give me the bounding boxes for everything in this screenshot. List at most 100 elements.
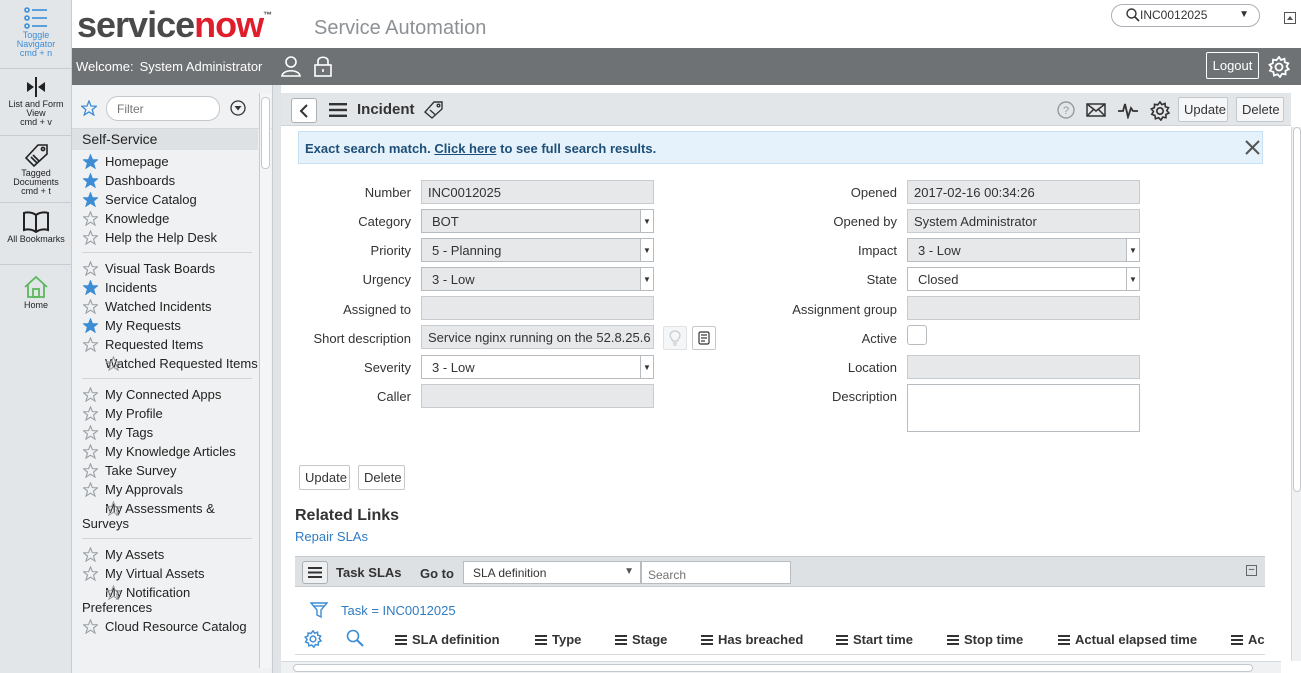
servicenow-logo[interactable]: servicenow™: [77, 4, 272, 46]
column-header[interactable]: Stop time: [947, 632, 1023, 647]
full-search-link[interactable]: Click here: [434, 141, 496, 156]
assigned-to-field[interactable]: [421, 296, 654, 320]
nav-item[interactable]: Visual Task Boards: [72, 259, 258, 278]
scrollbar-thumb[interactable]: [293, 664, 1253, 672]
nav-item[interactable]: My Connected Apps: [72, 385, 258, 404]
star-outline-icon[interactable]: [81, 424, 100, 443]
search-icon[interactable]: [346, 629, 364, 647]
star-outline-icon[interactable]: [81, 462, 100, 481]
nav-item[interactable]: Cloud Resource Catalog: [72, 617, 258, 636]
restore-window-icon[interactable]: [1284, 12, 1296, 24]
star-filled-icon[interactable]: [81, 153, 100, 172]
user-icon[interactable]: [280, 55, 302, 77]
nav-item[interactable]: Homepage: [72, 152, 258, 171]
star-outline-icon[interactable]: [81, 443, 100, 462]
nav-item[interactable]: My Assessments & Surveys: [72, 499, 258, 533]
repair-slas-link[interactable]: Repair SLAs: [295, 529, 368, 544]
star-outline-icon[interactable]: [81, 618, 100, 637]
toggle-navigator-button[interactable]: Toggle Navigator cmd + n: [0, 0, 72, 69]
filter-funnel-icon[interactable]: [310, 601, 328, 619]
column-header[interactable]: Has breached: [701, 632, 803, 647]
user-name[interactable]: System Administrator: [140, 59, 263, 74]
urgency-select[interactable]: 3 - Low ▼: [421, 267, 654, 291]
help-icon[interactable]: ?: [1057, 101, 1075, 119]
related-list-menu-button[interactable]: [302, 561, 328, 584]
gear-icon[interactable]: [1268, 56, 1290, 78]
back-button[interactable]: [291, 98, 317, 123]
nav-item[interactable]: Service Catalog: [72, 190, 258, 209]
impact-select[interactable]: 3 - Low ▼: [907, 238, 1140, 262]
nav-item[interactable]: My Assets: [72, 545, 258, 564]
star-filled-icon[interactable]: [81, 279, 100, 298]
star-outline-icon[interactable]: [81, 386, 100, 405]
number-field[interactable]: INC0012025: [421, 180, 654, 204]
navigator-filter-input[interactable]: [106, 96, 220, 121]
related-list-search-input[interactable]: [641, 561, 791, 584]
nav-item[interactable]: My Tags: [72, 423, 258, 442]
star-filled-icon[interactable]: [81, 317, 100, 336]
update-button[interactable]: Update: [299, 465, 350, 490]
header-update-button[interactable]: Update: [1178, 97, 1228, 122]
column-header[interactable]: Type: [535, 632, 581, 647]
state-select[interactable]: Closed ▼: [907, 267, 1140, 291]
templates-button[interactable]: [692, 326, 716, 350]
nav-item[interactable]: My Profile: [72, 404, 258, 423]
description-textarea[interactable]: [907, 384, 1140, 432]
nav-item[interactable]: Dashboards: [72, 171, 258, 190]
column-header[interactable]: Actual elapsed time: [1058, 632, 1197, 647]
nav-item[interactable]: My Approvals: [72, 480, 258, 499]
gear-icon[interactable]: [304, 630, 322, 648]
gear-icon[interactable]: [1150, 101, 1170, 121]
column-menu-icon[interactable]: [1231, 635, 1243, 645]
nav-item[interactable]: Incidents: [72, 278, 258, 297]
favorites-star-icon[interactable]: [81, 100, 97, 116]
assignment-group-field[interactable]: [907, 296, 1140, 320]
star-outline-icon[interactable]: [81, 481, 100, 500]
column-menu-icon[interactable]: [1058, 635, 1070, 645]
scrollbar-thumb[interactable]: [1293, 127, 1301, 492]
chevron-down-circle-icon[interactable]: [230, 100, 246, 116]
nav-section-self-service[interactable]: Self-Service: [72, 129, 258, 150]
column-header[interactable]: Ac: [1231, 632, 1265, 647]
severity-select[interactable]: 3 - Low ▼: [421, 355, 654, 379]
caret-down-icon[interactable]: ▼: [1239, 9, 1249, 20]
priority-select[interactable]: 5 - Planning ▼: [421, 238, 654, 262]
delete-button[interactable]: Delete: [358, 465, 405, 490]
column-menu-icon[interactable]: [535, 635, 547, 645]
form-horizontal-scrollbar[interactable]: [281, 661, 1281, 673]
star-outline-icon[interactable]: [81, 229, 100, 248]
location-field[interactable]: [907, 355, 1140, 379]
star-outline-icon[interactable]: [81, 565, 100, 584]
star-outline-icon[interactable]: [83, 355, 123, 374]
nav-item[interactable]: My Notification Preferences: [72, 583, 258, 617]
star-outline-icon[interactable]: [83, 500, 123, 519]
column-header[interactable]: SLA definition: [395, 632, 500, 647]
active-checkbox[interactable]: [907, 325, 927, 345]
list-form-view-button[interactable]: List and Form View cmd + v: [0, 69, 72, 136]
hamburger-menu-icon[interactable]: [329, 103, 347, 117]
navigator-scrollbar[interactable]: [259, 93, 271, 668]
star-outline-icon[interactable]: [81, 260, 100, 279]
close-icon[interactable]: [1245, 140, 1260, 155]
star-filled-icon[interactable]: [81, 191, 100, 210]
activity-pulse-icon[interactable]: [1117, 101, 1139, 119]
star-outline-icon[interactable]: [83, 584, 123, 603]
column-menu-icon[interactable]: [395, 635, 407, 645]
form-vertical-scrollbar[interactable]: [1291, 127, 1301, 661]
star-outline-icon[interactable]: [81, 210, 100, 229]
scrollbar-thumb[interactable]: [261, 97, 270, 169]
goto-field-select[interactable]: SLA definition ▼: [463, 561, 641, 584]
nav-item[interactable]: Take Survey: [72, 461, 258, 480]
nav-item[interactable]: Watched Requested Items: [72, 354, 258, 373]
opened-field[interactable]: 2017-02-16 00:34:26: [907, 180, 1140, 204]
email-icon[interactable]: [1086, 103, 1106, 117]
logout-button[interactable]: Logout: [1206, 52, 1259, 79]
opened-by-field[interactable]: System Administrator: [907, 209, 1140, 233]
header-delete-button[interactable]: Delete: [1236, 97, 1284, 122]
nav-item[interactable]: Requested Items: [72, 335, 258, 354]
column-menu-icon[interactable]: [947, 635, 959, 645]
column-header[interactable]: Stage: [615, 632, 667, 647]
suggestion-button[interactable]: [663, 326, 687, 350]
nav-item[interactable]: Watched Incidents: [72, 297, 258, 316]
nav-item[interactable]: My Knowledge Articles: [72, 442, 258, 461]
